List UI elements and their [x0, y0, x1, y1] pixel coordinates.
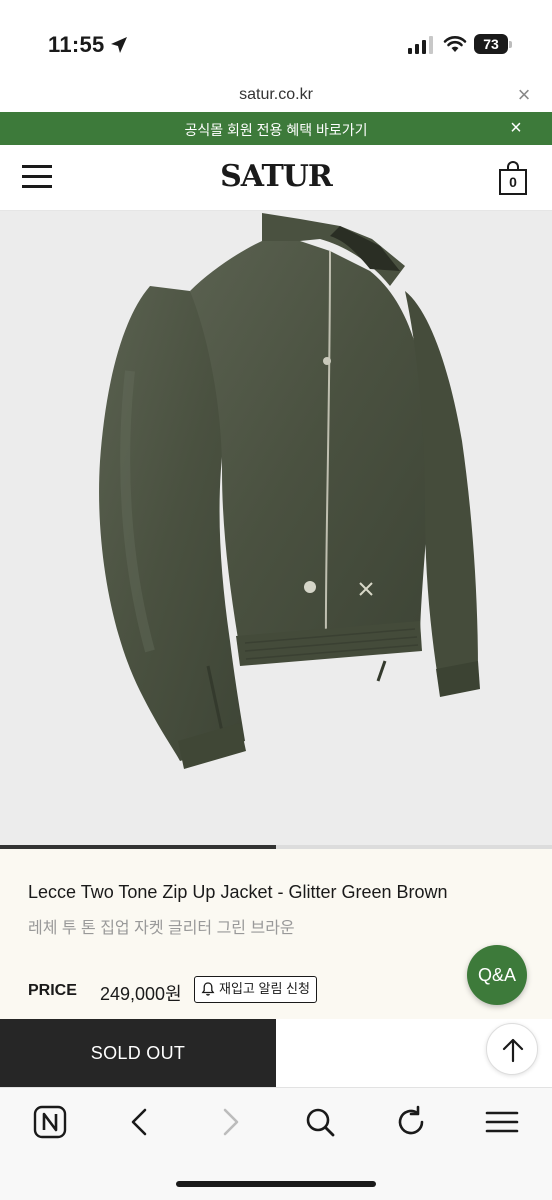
restock-alert-label: 재입고 알림 신청: [219, 981, 310, 996]
back-icon[interactable]: [122, 1104, 158, 1140]
jacket-illustration: [99, 213, 480, 769]
promo-text[interactable]: 공식몰 회원 전용 혜택 바로가기: [0, 120, 552, 140]
cart-icon[interactable]: 0: [499, 161, 529, 195]
status-time: 11:55: [48, 32, 105, 57]
close-icon[interactable]: ×: [513, 84, 535, 106]
product-name: Lecce Two Tone Zip Up Jacket - Glitter G…: [28, 882, 448, 902]
product-image[interactable]: [0, 211, 552, 845]
naver-icon[interactable]: [32, 1104, 68, 1140]
url-text[interactable]: satur.co.kr: [0, 86, 552, 104]
battery-icon: 73: [474, 34, 512, 54]
wifi-icon: [443, 36, 467, 52]
price-value: 249,000원: [100, 984, 182, 1004]
cart-count: 0: [499, 169, 527, 195]
refresh-icon[interactable]: [393, 1104, 429, 1140]
promo-banner[interactable]: 공식몰 회원 전용 혜택 바로가기 ×: [0, 112, 552, 145]
url-bar[interactable]: satur.co.kr ×: [0, 80, 552, 112]
status-bar: 11:55 73: [0, 0, 552, 88]
site-header: SATUR 0: [0, 145, 552, 211]
restock-alert-button[interactable]: 재입고 알림 신청: [194, 976, 317, 1003]
sold-out-button[interactable]: SOLD OUT: [0, 1019, 276, 1087]
qa-button[interactable]: Q&A: [467, 945, 527, 1005]
arrow-up-icon: [502, 1038, 524, 1063]
battery-level: 73: [474, 34, 508, 54]
home-indicator: [176, 1181, 376, 1187]
price-label: PRICE: [28, 982, 77, 999]
location-arrow-icon: [111, 37, 127, 53]
product-info: Lecce Two Tone Zip Up Jacket - Glitter G…: [0, 849, 552, 1019]
scroll-top-button[interactable]: [486, 1023, 538, 1075]
hamburger-icon[interactable]: [484, 1104, 520, 1140]
site-logo[interactable]: SATUR: [0, 159, 552, 194]
bell-icon: [201, 982, 215, 996]
search-icon[interactable]: [302, 1104, 338, 1140]
forward-icon[interactable]: [212, 1104, 248, 1140]
promo-close-icon[interactable]: ×: [505, 117, 527, 139]
product-name-kr: 레체 투 톤 집업 자켓 글리터 그린 브라운: [28, 920, 295, 937]
signal-icon: [408, 36, 433, 54]
